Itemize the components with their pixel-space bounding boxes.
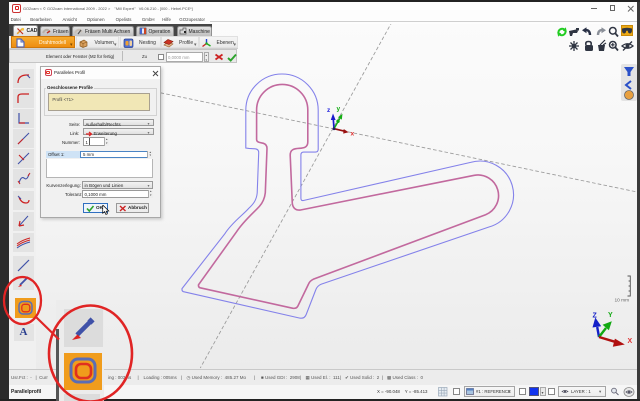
svg-text:z: z bbox=[327, 107, 331, 114]
svg-text:10 mm: 10 mm bbox=[615, 298, 630, 304]
svg-text:X: X bbox=[628, 338, 633, 345]
svg-text:x: x bbox=[351, 131, 355, 138]
svg-text:Z: Z bbox=[593, 313, 598, 320]
svg-text:Y: Y bbox=[608, 312, 613, 319]
svg-text:y: y bbox=[337, 106, 341, 113]
